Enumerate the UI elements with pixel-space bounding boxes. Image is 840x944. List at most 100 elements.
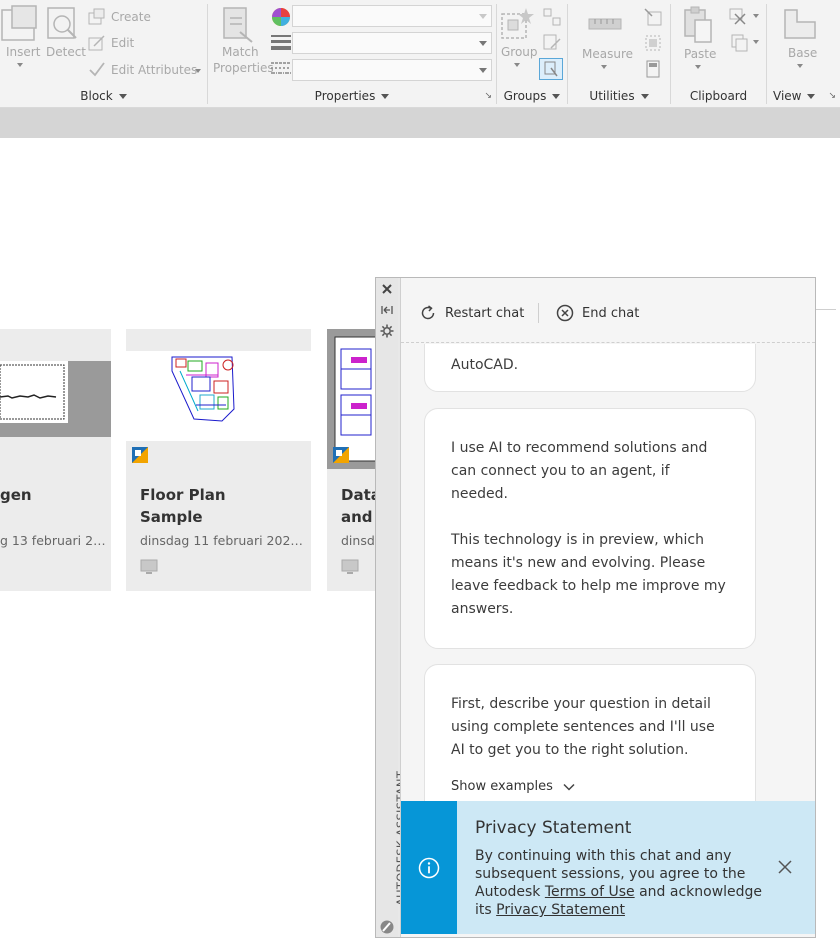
detect-icon[interactable] xyxy=(46,6,80,42)
assistant-message: AutoCAD. xyxy=(424,344,756,392)
group-selection-icon[interactable] xyxy=(539,58,563,80)
message-text: First, describe your question in detail … xyxy=(451,696,715,758)
ribbon-bottom-strip xyxy=(0,108,840,138)
clipboard-panel: Paste Clipboard xyxy=(671,0,766,108)
restart-icon xyxy=(421,305,435,320)
desktop-icon xyxy=(341,559,359,579)
cut-icon[interactable] xyxy=(729,8,749,26)
chevron-down-icon xyxy=(563,783,575,791)
calculator-icon[interactable] xyxy=(646,60,660,78)
base-label[interactable]: Base xyxy=(788,46,817,60)
base-caret[interactable] xyxy=(797,64,803,68)
select-all-icon[interactable] xyxy=(644,34,662,52)
terms-of-use-link[interactable]: Terms of Use xyxy=(545,884,635,900)
measure-icon[interactable] xyxy=(588,18,622,30)
detect-label[interactable]: Detect xyxy=(46,45,86,59)
page-divider xyxy=(816,309,836,310)
edit-attributes-label[interactable]: Edit Attributes xyxy=(111,63,197,77)
linetype-dropdown[interactable] xyxy=(292,59,492,81)
color-dropdown[interactable] xyxy=(292,5,492,27)
message-text: This technology is in preview, which mea… xyxy=(451,532,726,617)
gear-icon[interactable] xyxy=(380,324,394,338)
assistant-main: Restart chat End chat AutoCAD. I use AI … xyxy=(400,278,815,937)
show-examples-button[interactable]: Show examples xyxy=(451,775,729,798)
close-icon[interactable] xyxy=(777,859,793,875)
block-panel: Insert Detect Create Edit Edit Attribute… xyxy=(0,0,207,108)
paste-label[interactable]: Paste xyxy=(684,47,716,61)
edit-block-icon[interactable] xyxy=(88,34,106,52)
recent-file-card[interactable]: gen g 13 februari 2… xyxy=(0,329,111,591)
group-caret[interactable] xyxy=(514,63,520,67)
show-examples-label: Show examples xyxy=(451,779,553,794)
match-properties-label-2[interactable]: Properties xyxy=(213,61,274,75)
quick-select-icon[interactable] xyxy=(644,8,662,26)
match-properties-label-1[interactable]: Match xyxy=(222,45,259,59)
paste-caret[interactable] xyxy=(695,65,701,69)
copy-caret[interactable] xyxy=(753,40,759,44)
view-panel: Base View ↘ xyxy=(767,0,840,108)
group-icon[interactable] xyxy=(500,6,536,42)
match-properties-icon[interactable] xyxy=(222,6,256,46)
privacy-statement-banner: Privacy Statement By continuing with thi… xyxy=(401,801,815,934)
block-panel-title[interactable]: Block xyxy=(0,89,207,103)
floor-plan-preview xyxy=(171,356,235,422)
card-date: g 13 februari 2… xyxy=(0,533,106,548)
create-label[interactable]: Create xyxy=(111,10,151,24)
insert-block-icon[interactable] xyxy=(0,4,40,44)
card-title: gen xyxy=(0,486,32,504)
message-text: I use AI to recommend solutions and can … xyxy=(451,440,708,502)
groups-panel: Group Groups xyxy=(497,0,567,108)
view-dialog-launcher-icon[interactable]: ↘ xyxy=(828,91,836,101)
properties-dialog-launcher-icon[interactable]: ↘ xyxy=(484,91,492,101)
collapse-panel-icon[interactable] xyxy=(380,303,394,317)
autocad-file-icon xyxy=(132,447,148,463)
autodesk-assistant-panel: AUTODESK ASSISTANT Restart chat End chat xyxy=(375,277,816,938)
lineweight-dropdown[interactable] xyxy=(292,32,492,54)
card-date: dinsdag 11 februari 202… xyxy=(140,533,303,548)
recent-file-card[interactable]: Floor Plan Sample dinsdag 11 februari 202… xyxy=(126,329,311,591)
privacy-text: By continuing with this chat and any sub… xyxy=(475,848,763,918)
paste-icon[interactable] xyxy=(683,6,713,44)
edit-label[interactable]: Edit xyxy=(111,36,134,50)
group-label[interactable]: Group xyxy=(501,45,538,59)
create-block-icon[interactable] xyxy=(88,8,106,26)
restart-chat-button[interactable]: Restart chat xyxy=(419,303,524,323)
privacy-info-strip xyxy=(401,801,457,934)
file-thumbnail xyxy=(0,361,111,437)
edit-attributes-caret[interactable] xyxy=(195,69,201,73)
insert-label[interactable]: Insert xyxy=(6,45,40,59)
end-chat-icon xyxy=(556,304,574,322)
chat-messages[interactable]: AutoCAD. I use AI to recommend solutions… xyxy=(401,344,815,801)
autodesk-logo-icon xyxy=(380,920,394,934)
utilities-panel-title[interactable]: Utilities xyxy=(568,89,670,103)
assistant-rail: AUTODESK ASSISTANT xyxy=(376,278,408,937)
restart-chat-label: Restart chat xyxy=(445,305,525,321)
privacy-statement-link[interactable]: Privacy Statement xyxy=(496,902,625,918)
assistant-message: I use AI to recommend solutions and can … xyxy=(424,408,756,649)
ungroup-icon[interactable] xyxy=(543,8,561,26)
measure-label[interactable]: Measure xyxy=(582,47,633,61)
utilities-panel: Measure Utilities xyxy=(568,0,670,108)
insert-caret[interactable] xyxy=(17,63,23,67)
lineweight-icon xyxy=(271,35,291,50)
copy-icon[interactable] xyxy=(731,34,749,52)
clipboard-panel-title[interactable]: Clipboard xyxy=(671,89,766,103)
file-thumbnail xyxy=(126,351,311,441)
ribbon: Insert Detect Create Edit Edit Attribute… xyxy=(0,0,840,108)
card-title: Floor Plan Sample xyxy=(140,486,226,526)
group-edit-icon[interactable] xyxy=(543,34,561,52)
drawing-preview xyxy=(0,361,68,423)
end-chat-button[interactable]: End chat xyxy=(556,303,639,323)
measure-caret[interactable] xyxy=(601,65,607,69)
base-view-icon[interactable] xyxy=(783,8,817,40)
properties-panel-title[interactable]: Properties xyxy=(208,89,496,103)
autocad-file-icon xyxy=(333,447,349,463)
end-chat-label: End chat xyxy=(582,305,640,321)
color-wheel-icon xyxy=(272,8,290,26)
toolbar-separator xyxy=(538,303,539,323)
properties-panel: Match Properties Properties ↘ xyxy=(208,0,496,108)
cut-caret[interactable] xyxy=(753,14,759,18)
groups-panel-title[interactable]: Groups xyxy=(497,89,567,103)
edit-attributes-icon[interactable] xyxy=(88,60,106,78)
close-icon[interactable] xyxy=(380,282,394,296)
